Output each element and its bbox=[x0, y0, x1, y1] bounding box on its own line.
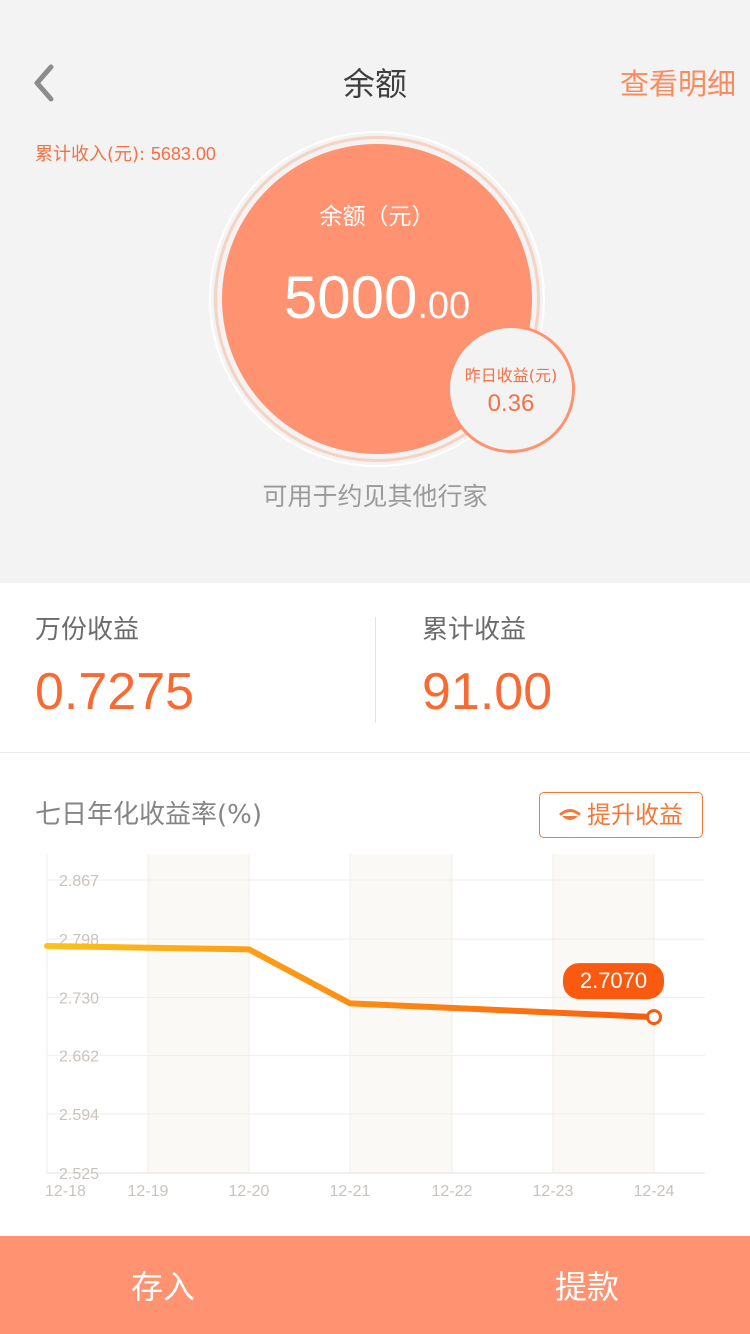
balance-label: 余额（元） bbox=[319, 204, 435, 230]
chart-title: 七日年化收益率(%) bbox=[35, 800, 262, 830]
x-tick-label: 12-22 bbox=[432, 1183, 473, 1200]
cumulative-income-label: 累计收入(元): bbox=[35, 144, 146, 165]
y-tick-label: 2.662 bbox=[59, 1049, 99, 1066]
y-tick-label: 2.525 bbox=[59, 1166, 99, 1183]
view-details-link[interactable]: 查看明细 bbox=[620, 62, 736, 106]
yesterday-earnings-value: 0.36 bbox=[487, 390, 535, 417]
x-tick-label: 12-24 bbox=[634, 1183, 675, 1200]
boost-earnings-label: 提升收益 bbox=[587, 801, 683, 829]
usable-note: 可用于约见其他行家 bbox=[262, 482, 488, 511]
x-tick-label: 12-19 bbox=[128, 1183, 169, 1200]
boost-icon bbox=[559, 809, 581, 820]
per-10k-earnings-label: 万份收益 bbox=[35, 615, 140, 645]
x-tick-label: 12-20 bbox=[229, 1183, 270, 1200]
cumulative-income: 累计收入(元): 5683.00 bbox=[35, 140, 216, 168]
x-tick-label: 12-23 bbox=[533, 1183, 574, 1200]
y-tick-label: 2.867 bbox=[59, 873, 99, 890]
deposit-button[interactable]: 存入 bbox=[0, 1236, 380, 1334]
action-bar: 存入 提款 bbox=[0, 1236, 750, 1334]
y-tick-label: 2.594 bbox=[59, 1107, 99, 1124]
yesterday-earnings-label: 昨日收益(元) bbox=[464, 366, 558, 385]
per-10k-earnings-value: 0.7275 bbox=[35, 663, 195, 721]
latest-point-marker bbox=[646, 1009, 662, 1026]
total-earnings-label: 累计收益 bbox=[422, 615, 527, 645]
x-tick-label: 12-18 bbox=[45, 1183, 86, 1200]
cumulative-income-value: 5683.00 bbox=[150, 144, 216, 164]
withdraw-button[interactable]: 提款 bbox=[380, 1236, 750, 1334]
balance-decimal: .00 bbox=[417, 285, 471, 327]
yield-line-chart: 2.8672.7982.7302.6622.5942.525 12-18 12-1… bbox=[44, 854, 705, 1200]
chart-band bbox=[350, 854, 452, 1173]
x-tick-label: 12-21 bbox=[330, 1183, 371, 1200]
latest-value-label: 2.7070 bbox=[580, 968, 647, 993]
balance-integer: 5000 bbox=[283, 264, 418, 331]
stats-divider bbox=[375, 617, 376, 723]
boost-earnings-button[interactable]: 提升收益 bbox=[539, 792, 703, 838]
total-earnings-value: 91.00 bbox=[422, 663, 553, 721]
chart-band bbox=[148, 854, 249, 1173]
y-tick-label: 2.730 bbox=[59, 990, 99, 1007]
